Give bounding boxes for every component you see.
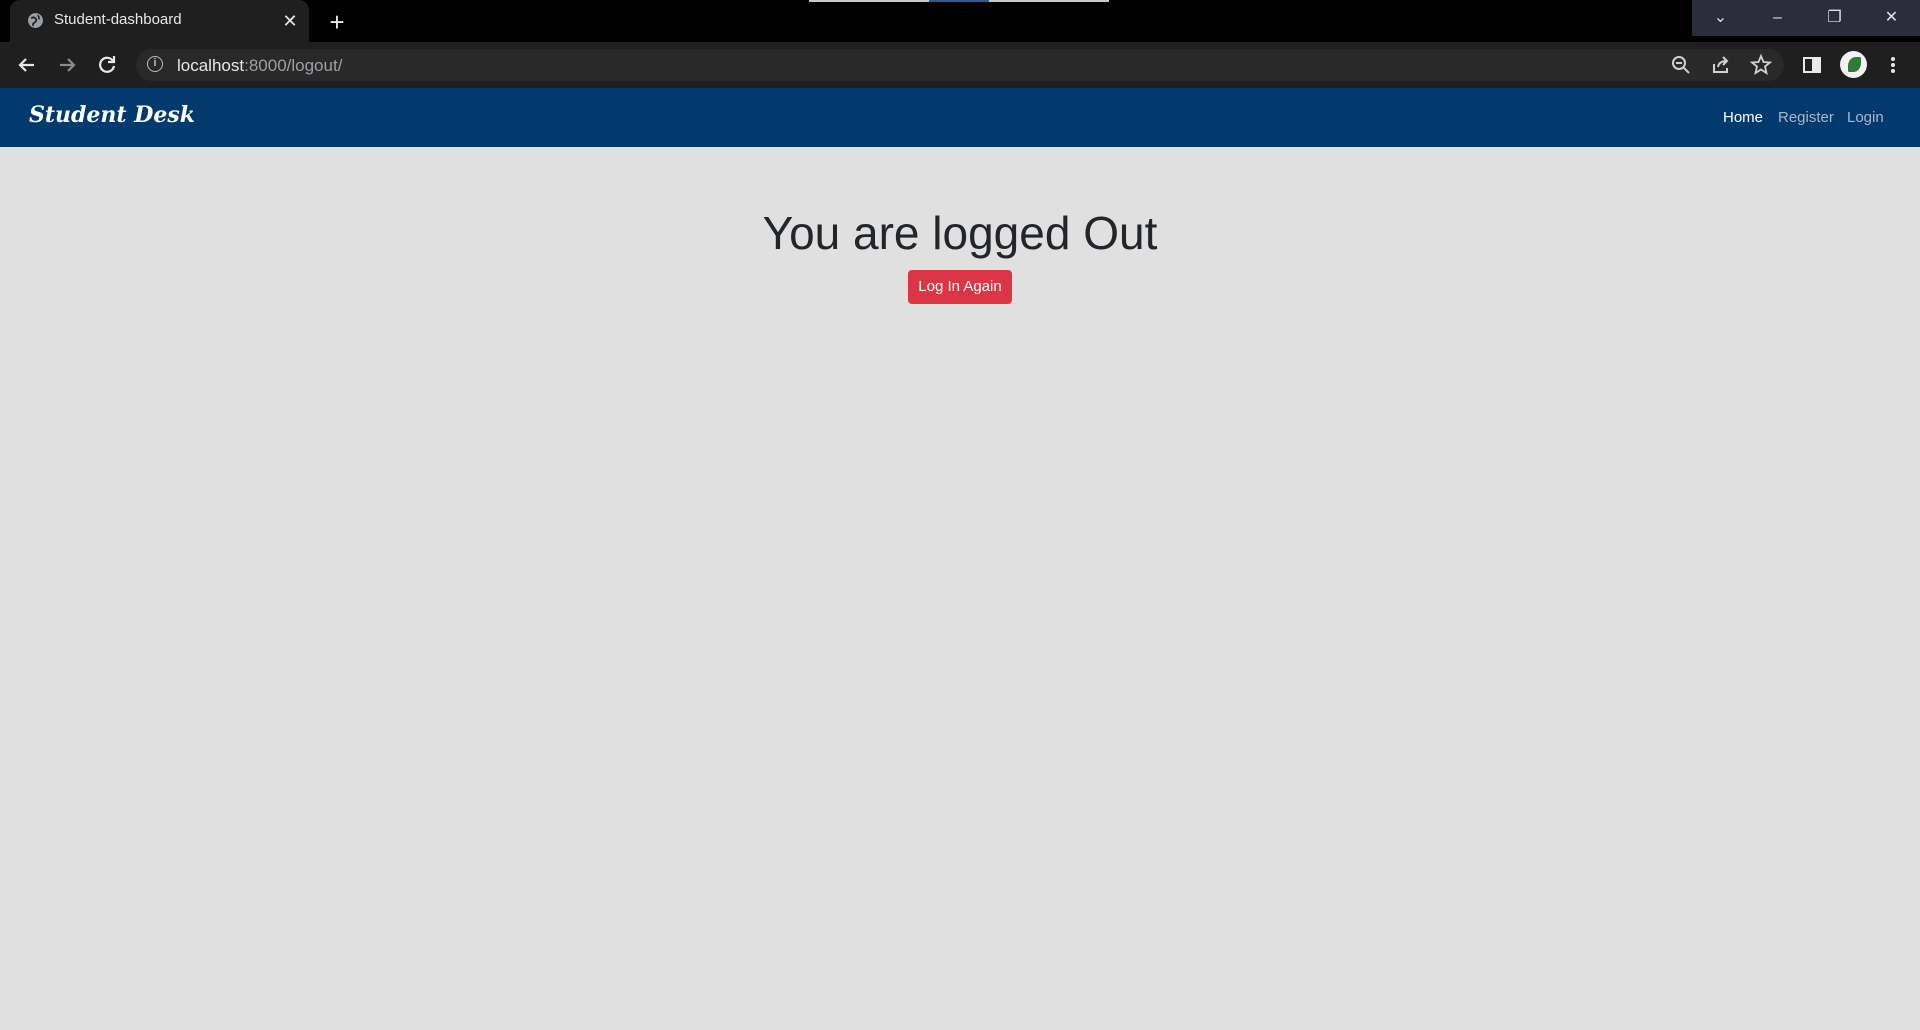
arrow-right-icon[interactable] bbox=[53, 51, 81, 79]
profile-avatar[interactable] bbox=[1840, 51, 1867, 78]
minimize-button[interactable]: – bbox=[1749, 0, 1806, 36]
address-bar[interactable]: i localhost:8000/logout/ bbox=[136, 49, 1784, 81]
brand-logo[interactable]: Student Desk bbox=[29, 102, 195, 128]
star-icon[interactable] bbox=[1749, 53, 1773, 77]
restore-button[interactable]: ❐ bbox=[1806, 0, 1863, 36]
url-text: localhost:8000/logout/ bbox=[177, 56, 343, 75]
zoom-out-icon[interactable] bbox=[1669, 53, 1693, 77]
browser-titlebar: Student-dashboard ✕ + ⌄ – ❐ ✕ bbox=[0, 0, 1920, 42]
top-strip bbox=[809, 0, 1109, 2]
tab-search-dropdown-icon[interactable]: ⌄ bbox=[1692, 0, 1749, 36]
new-tab-button[interactable]: + bbox=[323, 8, 351, 36]
arrow-left-icon[interactable] bbox=[13, 51, 41, 79]
nav-link-home[interactable]: Home bbox=[1723, 109, 1763, 126]
log-in-again-button[interactable]: Log In Again bbox=[908, 270, 1012, 304]
nav-link-register[interactable]: Register bbox=[1778, 109, 1834, 126]
site-navbar: Student Desk Home Register Login bbox=[0, 88, 1920, 147]
globe-icon bbox=[28, 13, 43, 28]
side-panel-icon[interactable] bbox=[1798, 51, 1826, 79]
site-info-icon[interactable]: i bbox=[147, 56, 163, 72]
tab-title: Student-dashboard bbox=[54, 11, 182, 28]
share-icon[interactable] bbox=[1709, 53, 1733, 77]
close-window-button[interactable]: ✕ bbox=[1863, 0, 1920, 36]
nav-link-login[interactable]: Login bbox=[1847, 109, 1884, 126]
reload-icon[interactable] bbox=[93, 51, 121, 79]
browser-tab[interactable]: Student-dashboard ✕ bbox=[10, 0, 309, 42]
kebab-menu-icon[interactable] bbox=[1879, 51, 1907, 79]
close-tab-icon[interactable]: ✕ bbox=[279, 10, 301, 32]
browser-toolbar: i localhost:8000/logout/ bbox=[0, 42, 1920, 88]
page-heading: You are logged Out bbox=[762, 207, 1158, 259]
